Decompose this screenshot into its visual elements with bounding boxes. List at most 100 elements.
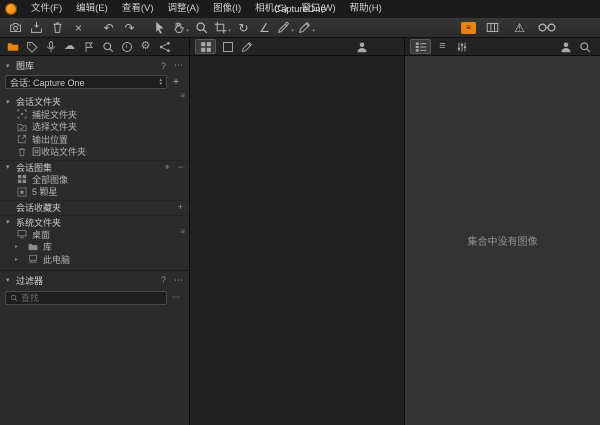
person-icon[interactable] [352, 39, 371, 55]
chevron-down-icon[interactable]: ▾ [6, 98, 16, 106]
close-icon[interactable]: × [69, 19, 88, 37]
library-header[interactable]: ▾ 图库 ? ⋯ [0, 59, 189, 72]
sort-sliders-icon[interactable] [452, 39, 471, 55]
chevron-down-icon[interactable]: ▾ [6, 163, 16, 171]
grid-view-icon[interactable] [196, 39, 215, 55]
chevron-right-icon[interactable]: ▸ [15, 243, 23, 250]
section-resize-handle[interactable]: ≡ [180, 229, 185, 235]
chevron-down-icon[interactable]: ▾ [6, 276, 16, 284]
list-view-icon[interactable] [411, 39, 430, 55]
more-button[interactable]: ⋯ [174, 275, 183, 286]
filters-header[interactable]: ▾ 过滤器 ? ⋯ [0, 270, 189, 287]
more-button[interactable]: ⋯ [174, 60, 183, 71]
new-session-button[interactable]: + [167, 77, 185, 88]
edit-brush-icon[interactable] [237, 39, 256, 55]
list-item-capture-folder[interactable]: 捕捉文件夹 [0, 108, 189, 121]
person-icon[interactable] [556, 39, 575, 55]
item-label: 桌面 [32, 228, 50, 241]
add-favorite-button[interactable]: + [178, 202, 183, 212]
browser-empty-area[interactable] [190, 56, 404, 425]
section-system-folders[interactable]: ▾ 系统文件夹 [0, 215, 189, 228]
search-more-button[interactable]: ⋯ [167, 292, 185, 303]
cursor-icon[interactable] [150, 19, 169, 37]
remove-album-button[interactable]: − [178, 162, 183, 172]
list-item-libraries[interactable]: ▸ 库 [0, 241, 189, 254]
caret-icon: ▾ [291, 28, 294, 37]
item-label: 此电脑 [43, 253, 70, 266]
loupe-icon[interactable] [192, 19, 211, 37]
tool-tabs: ☁ i ⚙ [0, 38, 189, 56]
search-input[interactable] [21, 293, 162, 303]
hand-icon[interactable]: ▾ [171, 19, 190, 37]
mic-icon[interactable] [41, 39, 60, 55]
gear-icon[interactable]: ⚙ [136, 39, 155, 55]
list-item-this-pc[interactable]: ▸ 此电脑 [0, 253, 189, 266]
menu-window[interactable]: 窗口(W) [294, 0, 342, 18]
section-session-albums[interactable]: ▾ 会话图集 + − [0, 160, 189, 173]
camera-icon[interactable] [6, 19, 25, 37]
list-item-all-images[interactable]: 全部图像 [0, 173, 189, 186]
add-album-button[interactable]: + [164, 162, 169, 172]
list-item-five-stars[interactable]: 5 颗星 [0, 186, 189, 199]
list-item-trash-folder[interactable]: 回收站文件夹 [0, 146, 189, 159]
list-item-desktop[interactable]: 桌面 [0, 228, 189, 241]
capture-frame-icon [17, 109, 27, 119]
section-title: 会话收藏夹 [16, 201, 61, 214]
desktop-icon [17, 229, 27, 239]
list-item-output-location[interactable]: 输出位置 [0, 133, 189, 146]
folder-icon [28, 242, 38, 252]
menu-camera[interactable]: 相机(C) [248, 0, 294, 18]
item-label: 捕捉文件夹 [32, 108, 77, 121]
import-icon[interactable] [27, 19, 46, 37]
search-icon[interactable] [575, 39, 594, 55]
menu-help[interactable]: 帮助(H) [343, 0, 389, 18]
eyedropper-icon[interactable]: ▾ [276, 19, 295, 37]
cloud-icon[interactable]: ☁ [60, 39, 79, 55]
pencil-icon[interactable]: ▾ [297, 19, 316, 37]
chevron-down-icon[interactable]: ▾ [6, 218, 16, 226]
chevron-down-icon[interactable]: ▾ [6, 62, 16, 70]
nodes-icon[interactable] [155, 39, 174, 55]
list-item-select-folder[interactable]: 选择文件夹 [0, 121, 189, 134]
square-view-icon[interactable] [218, 39, 237, 55]
search-icon[interactable] [98, 39, 117, 55]
library-folder-icon[interactable] [3, 39, 22, 55]
warning-icon[interactable]: ⚠ [510, 19, 529, 37]
menu-view[interactable]: 查看(V) [115, 0, 161, 18]
left-panel: ☁ i ⚙ ▾ 图库 ? ⋯ 会话: Capture One [0, 38, 190, 425]
filters-title: 过滤器 [16, 274, 43, 287]
trash-icon[interactable] [48, 19, 67, 37]
flag-icon[interactable] [79, 39, 98, 55]
info-icon[interactable]: i [117, 39, 136, 55]
output-location-icon [17, 134, 27, 144]
search-box[interactable] [5, 291, 167, 305]
proof-glasses-icon[interactable] [537, 19, 556, 37]
undo-icon[interactable]: ↶ [99, 19, 118, 37]
help-button[interactable]: ? [161, 61, 166, 71]
menu-file[interactable]: 文件(F) [24, 0, 69, 18]
section-session-favorites[interactable]: 会话收藏夹 + [0, 200, 189, 213]
capture-one-window: 文件(F) 编辑(E) 查看(V) 调整(A) 图像(I) 相机(C) 窗口(W… [0, 0, 600, 425]
chevron-right-icon[interactable]: ▸ [15, 256, 23, 263]
section-resize-handle[interactable]: ≡ [180, 93, 185, 99]
app-logo-icon[interactable] [5, 3, 17, 15]
select-arrows-icon: ▴▾ [159, 78, 162, 86]
session-select-value: 会话: Capture One [10, 76, 85, 89]
section-session-folders[interactable]: ▾ 会话文件夹 [0, 95, 189, 108]
menu-edit[interactable]: 编辑(E) [69, 0, 115, 18]
adjustments-badge-icon[interactable]: ≡ [461, 22, 476, 34]
lines-view-icon[interactable]: ≡ [433, 39, 452, 55]
tag-icon[interactable] [22, 39, 41, 55]
rotate-icon[interactable]: ↻ [234, 19, 253, 37]
crop-icon[interactable]: ▾ [213, 19, 232, 37]
browser-panel [190, 38, 405, 425]
redo-icon[interactable]: ↷ [120, 19, 139, 37]
help-button[interactable]: ? [161, 275, 166, 285]
filmstrip-icon[interactable] [483, 19, 502, 37]
angle-icon[interactable]: ∠ [255, 19, 274, 37]
viewer-empty-area: 集合中没有图像 [405, 56, 600, 425]
grid-view-selected [195, 39, 216, 54]
menu-adjust[interactable]: 调整(A) [160, 0, 206, 18]
menu-image[interactable]: 图像(I) [206, 0, 248, 18]
session-select[interactable]: 会话: Capture One ▴▾ [5, 75, 167, 89]
